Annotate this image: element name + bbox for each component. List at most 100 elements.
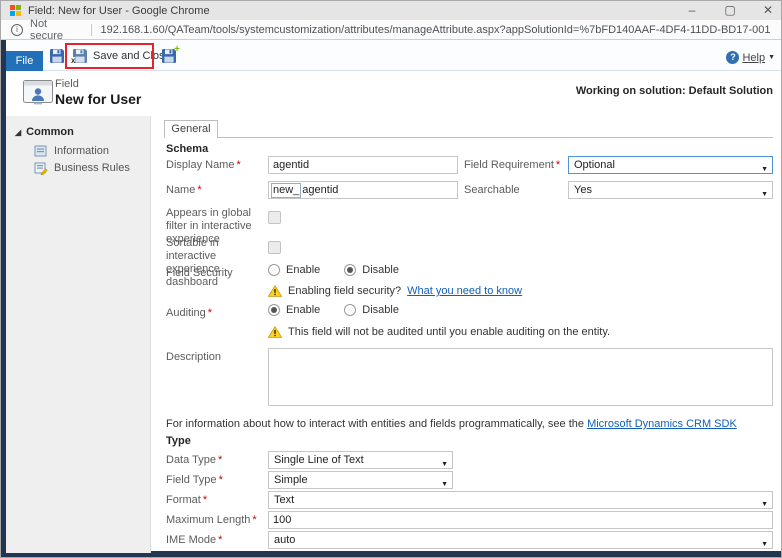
required-marker: * xyxy=(556,159,560,171)
sidebar-group-label: Common xyxy=(26,126,74,138)
dropdown-arrow-icon: ▼ xyxy=(761,187,768,199)
sortable-label: Sortable in interactive experience dashb… xyxy=(166,237,268,289)
field-security-warning: Enabling field security? What you need t… xyxy=(268,285,522,297)
field-security-radio-group: Enable Disable xyxy=(268,264,399,276)
sidebar-item-label: Information xyxy=(54,145,109,157)
dropdown-arrow-icon: ▼ xyxy=(761,162,768,174)
window-app-icon xyxy=(10,5,21,16)
browser-title-bar: Field: New for User - Google Chrome – ▢ … xyxy=(1,1,781,20)
field-type-select[interactable]: Simple▼ xyxy=(268,471,453,489)
required-marker: * xyxy=(218,454,222,466)
format-select[interactable]: Text▼ xyxy=(268,491,773,509)
required-marker: * xyxy=(236,159,240,171)
maximum-length-input[interactable] xyxy=(268,511,773,529)
searchable-label: Searchable xyxy=(464,184,566,197)
required-marker: * xyxy=(252,514,256,526)
name-label: Name* xyxy=(166,184,268,197)
maximum-length-label: Maximum Length* xyxy=(166,514,268,527)
address-divider xyxy=(91,24,92,36)
save-and-new-button[interactable]: + xyxy=(158,45,180,67)
crm-sdk-link[interactable]: Microsoft Dynamics CRM SDK xyxy=(587,418,737,430)
page-header: Field New for User Working on solution: … xyxy=(6,71,782,116)
sidebar-item-information[interactable]: Information xyxy=(34,144,109,158)
field-type-label: Field Type* xyxy=(166,474,268,487)
tree-expander-icon[interactable]: ◢ xyxy=(15,128,21,137)
url-text[interactable]: 192.168.1.60/QATeam/tools/systemcustomiz… xyxy=(100,24,771,36)
auditing-warning: This field will not be audited until you… xyxy=(268,326,610,338)
ime-mode-label: IME Mode* xyxy=(166,534,268,547)
field-security-enable-radio[interactable] xyxy=(268,264,280,276)
window-title: Field: New for User - Google Chrome xyxy=(28,5,210,17)
not-secure-label[interactable]: Not secure xyxy=(30,18,82,42)
data-type-label: Data Type* xyxy=(166,454,268,467)
dropdown-arrow-icon: ▼ xyxy=(441,457,448,469)
display-name-input[interactable] xyxy=(268,156,458,174)
auditing-warning-text: This field will not be audited until you… xyxy=(288,326,610,338)
file-button[interactable]: File xyxy=(6,51,43,71)
save-and-close-icon: x xyxy=(72,48,88,64)
format-label: Format* xyxy=(166,494,268,507)
data-type-select[interactable]: Single Line of Text▼ xyxy=(268,451,453,469)
field-security-disable-label: Disable xyxy=(362,264,399,276)
display-name-label: Display Name* xyxy=(166,159,268,172)
required-marker: * xyxy=(208,307,212,319)
dropdown-arrow-icon: ▼ xyxy=(761,497,768,509)
required-marker: * xyxy=(203,494,207,506)
dropdown-arrow-icon: ▼ xyxy=(441,477,448,489)
help-label: Help xyxy=(742,52,765,64)
searchable-select[interactable]: Yes▼ xyxy=(568,181,773,199)
tab-general[interactable]: General xyxy=(164,120,218,138)
field-requirement-select[interactable]: Optional▼ xyxy=(568,156,773,174)
name-prefix: new_ xyxy=(271,183,301,198)
sortable-checkbox[interactable] xyxy=(268,241,281,254)
information-icon xyxy=(34,144,48,158)
info-icon[interactable]: i xyxy=(11,24,23,36)
sdk-note-text: For information about how to interact wi… xyxy=(166,418,584,430)
crm-field-window: Field: New for User - Google Chrome – ▢ … xyxy=(0,0,782,558)
sdk-note: For information about how to interact wi… xyxy=(166,418,737,430)
auditing-disable-label: Disable xyxy=(362,304,399,316)
close-button[interactable]: ✕ xyxy=(761,1,775,20)
name-input[interactable]: new_ agentid xyxy=(268,181,458,199)
sidebar-group-common[interactable]: ◢ Common xyxy=(15,126,74,138)
auditing-enable-label: Enable xyxy=(286,304,320,316)
solution-note: Working on solution: Default Solution xyxy=(576,85,773,97)
field-security-enable-label: Enable xyxy=(286,264,320,276)
auditing-label: Auditing* xyxy=(166,307,268,320)
type-section-heading: Type xyxy=(166,435,191,447)
auditing-enable-radio[interactable] xyxy=(268,304,280,316)
warning-icon xyxy=(268,285,282,297)
ime-mode-select[interactable]: auto▼ xyxy=(268,531,773,549)
address-bar[interactable]: i Not secure 192.168.1.60/QATeam/tools/s… xyxy=(1,20,781,40)
maximize-button[interactable]: ▢ xyxy=(723,1,737,20)
help-icon: ? xyxy=(726,51,739,64)
schema-section-heading: Schema xyxy=(166,143,208,155)
required-marker: * xyxy=(218,534,222,546)
required-marker: * xyxy=(197,184,201,196)
what-you-need-to-know-link[interactable]: What you need to know xyxy=(407,285,522,297)
description-label: Description xyxy=(166,351,268,364)
navigation-sidebar: ◢ Common Information Business Rules xyxy=(6,116,151,553)
save-button[interactable] xyxy=(46,45,68,67)
field-requirement-label: Field Requirement* xyxy=(464,159,566,172)
chevron-down-icon: ▼ xyxy=(768,54,775,61)
tab-strip-line xyxy=(164,137,773,138)
business-rules-icon xyxy=(34,161,48,175)
save-and-new-icon: + xyxy=(161,48,177,64)
auditing-radio-group: Enable Disable xyxy=(268,304,399,316)
dropdown-arrow-icon: ▼ xyxy=(761,537,768,549)
auditing-disable-radio[interactable] xyxy=(344,304,356,316)
minimize-button[interactable]: – xyxy=(685,1,699,20)
ribbon: File x Save and Close xyxy=(6,40,782,71)
help-menu[interactable]: ? Help ▼ xyxy=(726,51,775,64)
sidebar-item-business-rules[interactable]: Business Rules xyxy=(34,161,130,175)
sidebar-item-label: Business Rules xyxy=(54,162,130,174)
name-value: agentid xyxy=(302,184,338,196)
warning-icon xyxy=(268,326,282,338)
field-security-disable-radio[interactable] xyxy=(344,264,356,276)
field-entity-icon xyxy=(23,80,53,108)
record-type-label: Field xyxy=(55,78,79,90)
field-security-label: Field Security xyxy=(166,267,268,280)
global-filter-checkbox[interactable] xyxy=(268,211,281,224)
description-textarea[interactable] xyxy=(268,348,773,406)
